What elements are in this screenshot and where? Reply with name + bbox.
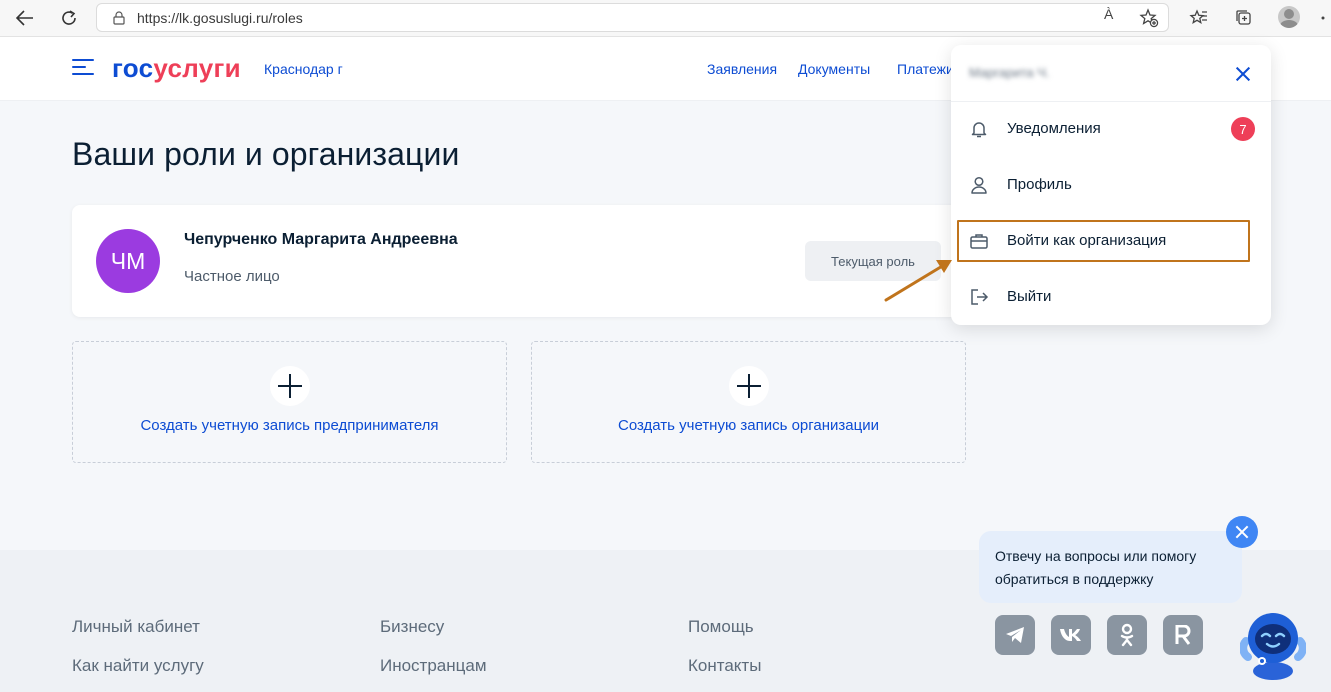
- menu-divider: [951, 101, 1271, 102]
- rutube-icon[interactable]: [1163, 615, 1203, 655]
- nav-documents[interactable]: Документы: [798, 61, 870, 77]
- back-arrow-icon: [16, 10, 33, 26]
- footer-link-contacts[interactable]: Контакты: [688, 656, 761, 676]
- plus-icon: [270, 366, 310, 406]
- create-entrepreneur-account-card[interactable]: Создать учетную запись предпринимателя: [72, 341, 507, 463]
- assistant-robot-icon[interactable]: [1240, 605, 1306, 681]
- menu-user-name: Маргарита Ч.: [969, 65, 1050, 80]
- footer-link-personal-account[interactable]: Личный кабинет: [72, 617, 200, 637]
- avatar: ЧМ: [96, 229, 160, 293]
- address-bar[interactable]: https://lk.gosuslugi.ru/roles: [96, 3, 1169, 32]
- collections-icon[interactable]: [1232, 6, 1256, 30]
- reload-button[interactable]: [56, 6, 82, 30]
- current-role-card[interactable]: ЧМ Чепурченко Маргарита Андреевна Частно…: [72, 205, 965, 317]
- gosuslugi-logo[interactable]: госуслуги: [112, 53, 241, 83]
- support-chat-bubble[interactable]: Отвечу на вопросы или помогу обратиться …: [979, 531, 1242, 603]
- footer-link-help[interactable]: Помощь: [688, 617, 754, 637]
- menu-item-profile[interactable]: Профиль: [951, 163, 1271, 207]
- menu-item-logout[interactable]: Выйти: [951, 275, 1271, 319]
- browser-toolbar: https://lk.gosuslugi.ru/roles À: [0, 0, 1331, 37]
- odnoklassniki-icon[interactable]: [1107, 615, 1147, 655]
- footer-link-foreigners[interactable]: Иностранцам: [380, 656, 487, 676]
- annotation-highlight-box: [957, 220, 1250, 262]
- lock-icon: [113, 10, 125, 25]
- create-entrepreneur-label: Создать учетную запись предпринимателя: [140, 417, 439, 434]
- region-selector[interactable]: Краснодар г: [264, 61, 343, 77]
- role-type: Частное лицо: [184, 268, 280, 285]
- close-icon[interactable]: [1226, 516, 1258, 548]
- burger-menu-icon[interactable]: [72, 59, 94, 77]
- add-favorite-icon[interactable]: [1137, 6, 1161, 30]
- role-person-name: Чепурченко Маргарита Андреевна: [184, 231, 458, 248]
- create-organization-account-card[interactable]: Создать учетную запись организации: [531, 341, 966, 463]
- close-icon[interactable]: [1233, 64, 1253, 84]
- logout-icon: [971, 289, 989, 305]
- url-text: https://lk.gosuslugi.ru/roles: [137, 9, 303, 26]
- read-aloud-icon[interactable]: À: [1104, 6, 1113, 22]
- telegram-icon[interactable]: [995, 615, 1035, 655]
- browser-profile-avatar[interactable]: [1278, 6, 1300, 28]
- menu-item-notifications[interactable]: Уведомления: [951, 107, 1271, 151]
- reload-icon: [62, 10, 76, 25]
- more-menu-icon[interactable]: [1318, 6, 1328, 30]
- page-title: Ваши роли и организации: [72, 136, 460, 172]
- annotation-arrow-icon: [884, 260, 952, 302]
- vk-icon[interactable]: [1051, 615, 1091, 655]
- nav-payments[interactable]: Платежи: [897, 61, 954, 77]
- notifications-count-badge: 7: [1231, 117, 1255, 141]
- bell-icon: [971, 122, 987, 138]
- favorites-icon[interactable]: [1187, 6, 1211, 30]
- user-icon: [971, 176, 987, 194]
- footer-link-business[interactable]: Бизнесу: [380, 617, 444, 637]
- footer-link-find-service[interactable]: Как найти услугу: [72, 656, 204, 676]
- back-button[interactable]: [12, 6, 38, 30]
- nav-applications[interactable]: Заявления: [707, 61, 777, 77]
- plus-icon: [729, 366, 769, 406]
- user-dropdown-menu: Маргарита Ч. Уведомления 7 Профиль Войти…: [951, 45, 1271, 325]
- create-organization-label: Создать учетную запись организации: [617, 417, 879, 434]
